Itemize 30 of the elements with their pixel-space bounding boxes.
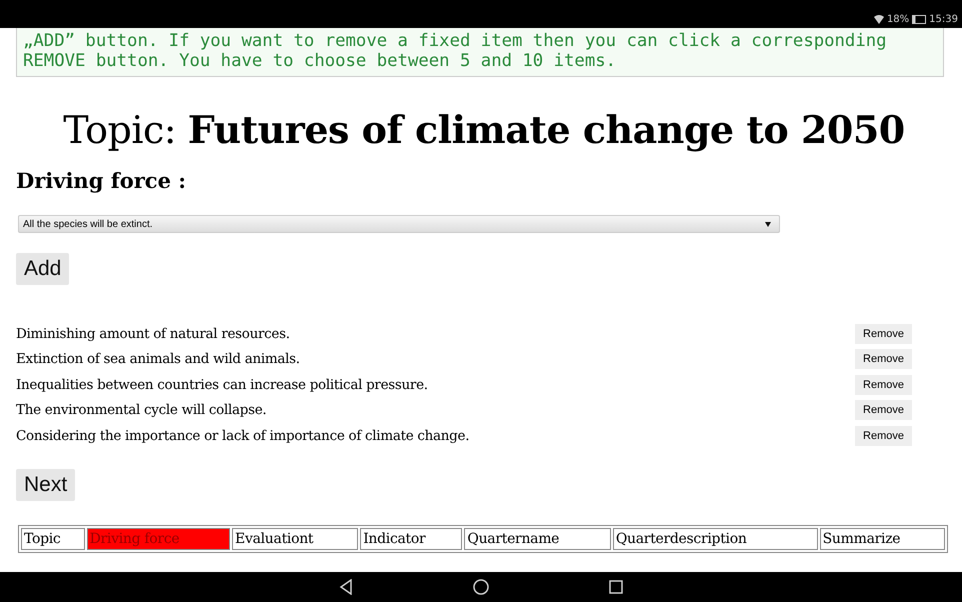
step-cell[interactable]: Quarterdescription — [612, 528, 818, 550]
remove-button[interactable]: Remove — [855, 374, 912, 395]
clock: 15:39 — [929, 14, 958, 25]
page-title: Topic: Futures of climate change to 2050 — [62, 107, 906, 152]
item-text: The environmental cycle will collapse. — [16, 402, 266, 418]
remove-button[interactable]: Remove — [855, 349, 912, 370]
dropdown[interactable]: All the species will be extinct. — [18, 215, 780, 233]
battery-icon — [912, 15, 926, 24]
dropdown-arrow-icon — [765, 222, 771, 226]
step-cell[interactable]: Quartername — [464, 528, 611, 550]
section-label: Driving force : — [16, 168, 188, 193]
step-cell[interactable]: Summarize — [820, 528, 945, 550]
back-icon[interactable] — [339, 579, 353, 595]
item-text: Inequalities between countries can increase political pressure. — [16, 376, 428, 393]
wifi-icon — [874, 15, 884, 24]
home-icon[interactable] — [473, 579, 489, 595]
remove-button[interactable]: Remove — [855, 324, 912, 344]
step-cell[interactable]: Evaluationt — [232, 528, 358, 550]
remove-button[interactable]: Remove — [855, 400, 912, 420]
remove-button[interactable]: Remove — [855, 426, 912, 446]
recents-icon[interactable] — [609, 580, 623, 594]
item-text: Diminishing amount of natural resources. — [16, 326, 290, 342]
next-button[interactable]: Next — [16, 468, 76, 500]
step-cell[interactable]: Indicator — [360, 528, 462, 550]
battery-level: 18% — [886, 14, 910, 25]
instruction-text: „ADD” button. If you want to remove a fixed item then you can click a corresponding REMOVE button. You have to choose between 5 and 10 items. — [16, 28, 944, 77]
item-text: Considering the importance or lack of importance of climate change. — [16, 428, 470, 444]
step-cell[interactable]: Topic — [21, 528, 85, 550]
add-button[interactable]: Add — [16, 253, 70, 285]
item-text: Extinction of sea animals and wild animals. — [16, 351, 300, 368]
